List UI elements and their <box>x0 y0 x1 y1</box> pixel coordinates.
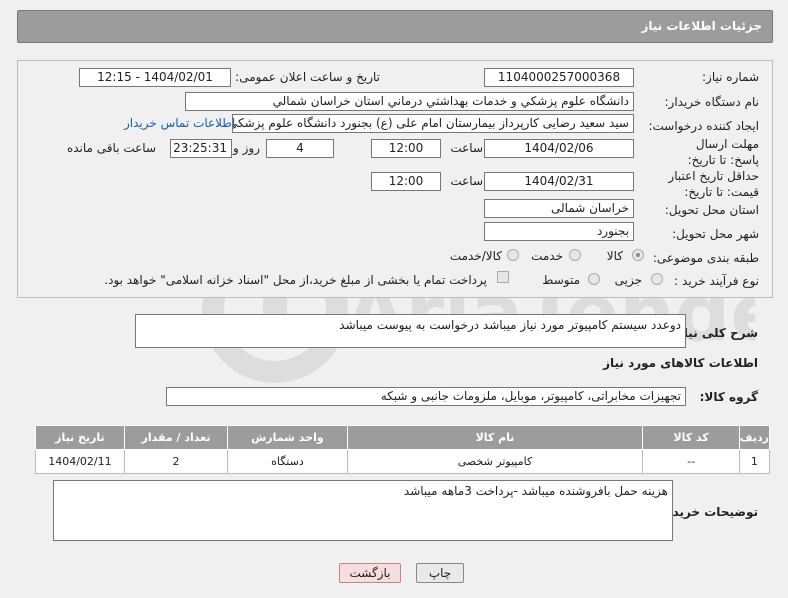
buyer-org-label: نام دستگاه خریدار: <box>664 95 760 109</box>
summary-field: دوعدد سیستم کامپیوتر مورد نیاز میباشد در… <box>135 314 686 348</box>
province-label: استان محل تحویل: <box>664 203 759 217</box>
deadline-label: مهلت ارسال پاسخ: تا تاریخ: <box>687 137 759 167</box>
treasury-payment-note: پرداخت تمام یا بخشی از مبلغ خرید،از محل … <box>104 273 487 287</box>
announce-datetime-field: 1404/02/01 - 12:15 <box>79 68 231 87</box>
creator-label: ایجاد کننده درخواست: <box>648 119 759 133</box>
cell-row-number: 1 <box>738 449 771 474</box>
validity-date-field: 1404/02/31 <box>484 172 634 191</box>
category-service-label: خدمت <box>531 249 563 263</box>
deadline-time-field: 12:00 <box>371 139 441 158</box>
city-label: شهر محل تحویل: <box>672 227 759 241</box>
category-both-radio[interactable] <box>507 249 519 261</box>
need-number-field: 1104000257000368 <box>484 68 634 87</box>
cell-item-code: -- <box>642 449 740 474</box>
process-medium-label: متوسط <box>542 273 580 287</box>
validity-label: حداقل تاریخ اعتبار قیمت: تا تاریخ: <box>668 169 759 199</box>
validity-time-label: ساعت <box>450 174 483 188</box>
back-button[interactable]: بازگشت <box>339 563 401 583</box>
col-item-name: نام کالا <box>346 425 644 450</box>
cell-quantity: 2 <box>123 449 229 474</box>
goods-table: ردیف کد کالا نام کالا واحد شمارش تعداد /… <box>35 425 771 474</box>
process-minor-label: جزیی <box>614 273 642 287</box>
col-row-number: ردیف <box>738 425 771 450</box>
print-button[interactable]: چاپ <box>416 563 464 583</box>
goods-group-field: تجهیزات مخابراتی، کامپیوتر، موبایل، ملزو… <box>166 387 686 406</box>
process-medium-radio[interactable] <box>588 273 600 285</box>
process-type-label: نوع فرآیند خرید : <box>674 274 759 288</box>
time-remaining-field: 23:25:31 <box>170 139 232 158</box>
days-remaining-field: 4 <box>266 139 334 158</box>
creator-field: سید سعید رضایی کارپرداز بیمارستان امام ع… <box>232 114 634 133</box>
cell-item-name: کامپیوتر شخصی <box>346 449 644 474</box>
buyer-notes-field: هزینه حمل بافروشنده میباشد -پرداخت 3ماهه… <box>53 480 673 541</box>
city-field: بجنورد <box>484 222 634 241</box>
treasury-payment-checkbox[interactable] <box>497 271 509 283</box>
days-label: روز و <box>233 141 260 155</box>
deadline-date-field: 1404/02/06 <box>484 139 634 158</box>
col-quantity: تعداد / مقدار <box>123 425 229 450</box>
category-goods-radio[interactable] <box>632 249 644 261</box>
buyer-contact-link[interactable]: اطلاعات تماس خریدار <box>124 116 235 130</box>
announce-label: تاریخ و ساعت اعلان عمومی: <box>235 70 380 84</box>
col-unit: واحد شمارش <box>227 425 348 450</box>
table-row: 1 -- کامپیوتر شخصی دستگاه 2 1404/02/11 <box>35 449 771 474</box>
page-header: جزئیات اطلاعات نیاز <box>17 10 773 43</box>
process-minor-radio[interactable] <box>651 273 663 285</box>
col-item-code: کد کالا <box>642 425 740 450</box>
province-field: خراسان شمالی <box>484 199 634 218</box>
buyer-org-field: دانشگاه علوم پزشکي و خدمات بهداشتي درمان… <box>185 92 634 111</box>
time-remaining-label: ساعت باقی مانده <box>66 141 156 155</box>
col-need-date: تاریخ نیاز <box>35 425 125 450</box>
validity-time-field: 12:00 <box>371 172 441 191</box>
category-service-radio[interactable] <box>569 249 581 261</box>
goods-section-title: اطلاعات کالاهای مورد نیاز <box>603 356 758 370</box>
cell-need-date: 1404/02/11 <box>35 449 125 474</box>
goods-group-label: گروه کالا: <box>699 390 758 404</box>
goods-table-header: ردیف کد کالا نام کالا واحد شمارش تعداد /… <box>35 425 771 450</box>
need-number-label: شماره نیاز: <box>702 70 759 84</box>
category-label: طبقه بندی موضوعی: <box>652 251 759 265</box>
deadline-time-label: ساعت <box>450 141 483 155</box>
category-both-label: کالا/خدمت <box>449 249 502 263</box>
page-title: جزئیات اطلاعات نیاز <box>641 19 762 33</box>
category-goods-label: کالا <box>606 249 623 263</box>
cell-unit: دستگاه <box>227 449 348 474</box>
